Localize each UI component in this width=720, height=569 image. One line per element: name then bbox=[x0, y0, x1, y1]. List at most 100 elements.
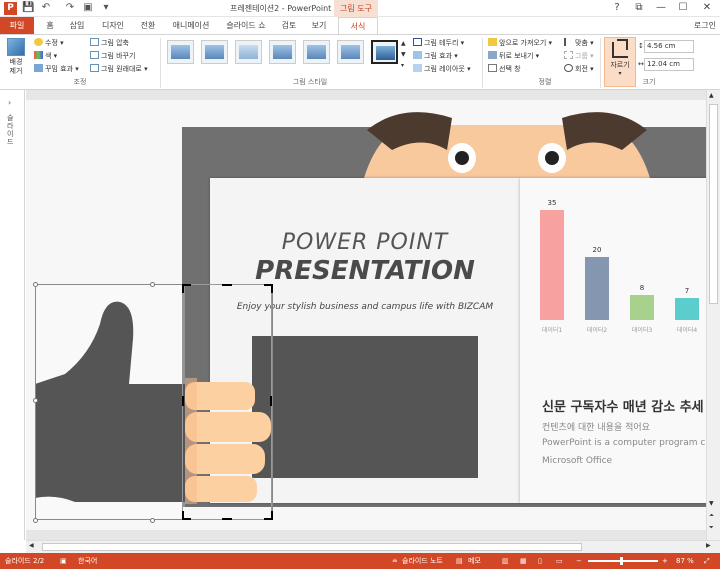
scroll-down-icon[interactable]: ▼ bbox=[709, 500, 714, 507]
expand-pane-icon[interactable]: › bbox=[8, 98, 11, 107]
tab-home[interactable]: 홈 bbox=[40, 17, 60, 34]
height-input[interactable]: 4.56 cm bbox=[644, 40, 694, 53]
comments-button[interactable]: 메모 bbox=[468, 553, 481, 569]
align-button[interactable]: 맞춤 ▾ bbox=[564, 38, 594, 48]
resize-handle[interactable] bbox=[33, 398, 38, 403]
rotate-button[interactable]: 회전 ▾ bbox=[564, 64, 594, 74]
right-page-title[interactable]: 신문 구독자수 매년 감소 추세 bbox=[542, 396, 704, 415]
customize-qat-icon[interactable]: ▾ bbox=[100, 2, 112, 14]
picture-style-thumb[interactable] bbox=[167, 40, 194, 64]
scroll-right-icon[interactable]: ▶ bbox=[706, 542, 711, 549]
artistic-effects-button[interactable]: 꾸밈 효과 ▾ bbox=[34, 64, 79, 74]
styles-scroll-down-icon[interactable]: ▼ bbox=[401, 50, 406, 60]
crop-handle-top[interactable] bbox=[222, 284, 232, 286]
resize-handle[interactable] bbox=[150, 518, 155, 523]
close-icon[interactable]: ✕ bbox=[696, 1, 718, 15]
reset-picture-button[interactable]: 그림 원래대로 ▾ bbox=[90, 64, 148, 74]
scroll-left-icon[interactable]: ◀ bbox=[29, 542, 34, 549]
resize-handle[interactable] bbox=[33, 282, 38, 287]
picture-layout-button[interactable]: 그림 레이아웃 ▾ bbox=[413, 64, 471, 74]
slide-canvas[interactable]: POWER POINT PRESENTATION Enjoy your styl… bbox=[26, 90, 706, 540]
tab-animations[interactable]: 애니메이션 bbox=[166, 17, 216, 34]
width-input[interactable]: 12.04 cm bbox=[644, 58, 694, 71]
minimize-icon[interactable]: — bbox=[650, 1, 672, 15]
picture-style-thumb-selected[interactable] bbox=[371, 40, 398, 64]
picture-style-thumb[interactable] bbox=[201, 40, 228, 64]
language-indicator[interactable]: 한국어 bbox=[78, 553, 97, 569]
zoom-level[interactable]: 87 % bbox=[676, 553, 694, 569]
corrections-button[interactable]: 수정 ▾ bbox=[34, 38, 64, 48]
styles-more-icon[interactable]: ▾ bbox=[401, 61, 404, 71]
horizontal-scroll-thumb[interactable] bbox=[42, 543, 582, 551]
vertical-scrollbar[interactable]: ▲ ▼ ⏶ ⏷ bbox=[706, 90, 720, 540]
horizontal-scrollbar[interactable]: ◀ ▶ bbox=[26, 540, 720, 553]
compress-pictures-button[interactable]: 그림 압축 bbox=[90, 38, 129, 48]
picture-style-thumb[interactable] bbox=[235, 40, 262, 64]
zoom-in-icon[interactable]: + bbox=[662, 553, 668, 569]
crop-handle-bottom[interactable] bbox=[222, 518, 232, 520]
color-button[interactable]: 색 ▾ bbox=[34, 51, 57, 61]
tab-view[interactable]: 보기 bbox=[306, 17, 332, 34]
document-right-page[interactable]: 35 데이터1 20 데이터2 8 데이터3 7 데이터4 신문 구독자수 매년 감소 추세 … bbox=[520, 178, 706, 503]
remove-background-button[interactable]: 배경 제거 bbox=[3, 38, 29, 76]
undo-icon[interactable]: ↶ bbox=[40, 2, 52, 14]
cartoon-face-image[interactable] bbox=[362, 110, 652, 185]
tab-file[interactable]: 파일 bbox=[0, 17, 34, 34]
selection-pane-button[interactable]: 선택 창 bbox=[488, 64, 521, 74]
spellcheck-icon[interactable]: ▣ bbox=[60, 553, 67, 569]
picture-style-thumb[interactable] bbox=[269, 40, 296, 64]
tab-format[interactable]: 서식 bbox=[338, 17, 378, 34]
maximize-icon[interactable]: ☐ bbox=[672, 1, 694, 15]
group-button[interactable]: 그룹 ▾ bbox=[564, 51, 594, 61]
slide-title-line2[interactable]: PRESENTATION bbox=[210, 256, 520, 286]
right-page-text[interactable]: PowerPoint is a computer program created bbox=[542, 438, 706, 448]
save-icon[interactable]: 💾 bbox=[22, 2, 34, 14]
picture-style-thumb[interactable] bbox=[303, 40, 330, 64]
zoom-slider-thumb[interactable] bbox=[620, 557, 623, 565]
comments-icon[interactable]: ▤ bbox=[456, 553, 463, 569]
next-slide-icon[interactable]: ⏷ bbox=[709, 524, 714, 532]
bar-chart[interactable]: 35 데이터1 20 데이터2 8 데이터3 7 데이터4 bbox=[538, 199, 706, 348]
styles-scroll-up-icon[interactable]: ▲ bbox=[401, 39, 406, 49]
resize-handle[interactable] bbox=[150, 282, 155, 287]
scroll-up-icon[interactable]: ▲ bbox=[709, 92, 714, 99]
fit-slide-icon[interactable]: ⤢ bbox=[704, 553, 710, 569]
resize-handle[interactable] bbox=[33, 518, 38, 523]
tab-transitions[interactable]: 전환 bbox=[134, 17, 162, 34]
tab-review[interactable]: 검토 bbox=[276, 17, 302, 34]
picture-effects-button[interactable]: 그림 효과 ▾ bbox=[413, 51, 458, 61]
powerpoint-app-icon[interactable]: P bbox=[4, 2, 17, 15]
picture-border-button[interactable]: 그림 테두리 ▾ bbox=[413, 38, 464, 48]
send-backward-button[interactable]: 뒤로 보내기 ▾ bbox=[488, 51, 539, 61]
crop-handle-right[interactable] bbox=[270, 396, 272, 406]
notes-button[interactable]: 슬라이드 노트 bbox=[402, 553, 443, 569]
slide-sorter-icon[interactable]: ▦ bbox=[520, 553, 527, 569]
crop-handle-top-right[interactable] bbox=[264, 284, 273, 293]
thumbnail-pane-label[interactable]: 슬라이드 bbox=[7, 114, 17, 146]
previous-slide-icon[interactable]: ⏶ bbox=[709, 512, 714, 520]
picture-style-thumb[interactable] bbox=[337, 40, 364, 64]
crop-handle-left[interactable] bbox=[182, 396, 184, 406]
tab-slideshow[interactable]: 슬라이드 쇼 bbox=[222, 17, 270, 34]
change-picture-button[interactable]: 그림 바꾸기 bbox=[90, 51, 135, 61]
crop-button[interactable]: 자르기 ▾ bbox=[604, 37, 636, 87]
right-page-text[interactable]: Microsoft Office bbox=[542, 456, 612, 466]
ribbon-display-icon[interactable]: ⧉ bbox=[628, 1, 650, 15]
slideshow-view-icon[interactable]: ▭ bbox=[556, 553, 563, 569]
zoom-out-icon[interactable]: − bbox=[576, 553, 582, 569]
notes-icon[interactable]: ≐ bbox=[392, 553, 398, 569]
tab-design[interactable]: 디자인 bbox=[96, 17, 130, 34]
crop-frame[interactable] bbox=[182, 284, 272, 520]
start-slideshow-icon[interactable]: ▣ bbox=[82, 2, 94, 14]
reading-view-icon[interactable]: ▯ bbox=[538, 553, 542, 569]
login-link[interactable]: 로그인 bbox=[694, 17, 716, 34]
crop-handle-top-left[interactable] bbox=[182, 284, 191, 293]
bring-forward-button[interactable]: 앞으로 가져오기 ▾ bbox=[488, 38, 552, 48]
right-page-text[interactable]: 컨텐츠에 대한 내용을 적어요 bbox=[542, 420, 650, 433]
tab-insert[interactable]: 삽입 bbox=[64, 17, 90, 34]
zoom-slider-track[interactable] bbox=[588, 560, 658, 562]
image-placeholder[interactable] bbox=[252, 336, 478, 478]
vertical-scroll-thumb[interactable] bbox=[709, 104, 718, 304]
crop-handle-bottom-left[interactable] bbox=[182, 511, 191, 520]
redo-icon[interactable]: ↷ bbox=[64, 2, 76, 14]
